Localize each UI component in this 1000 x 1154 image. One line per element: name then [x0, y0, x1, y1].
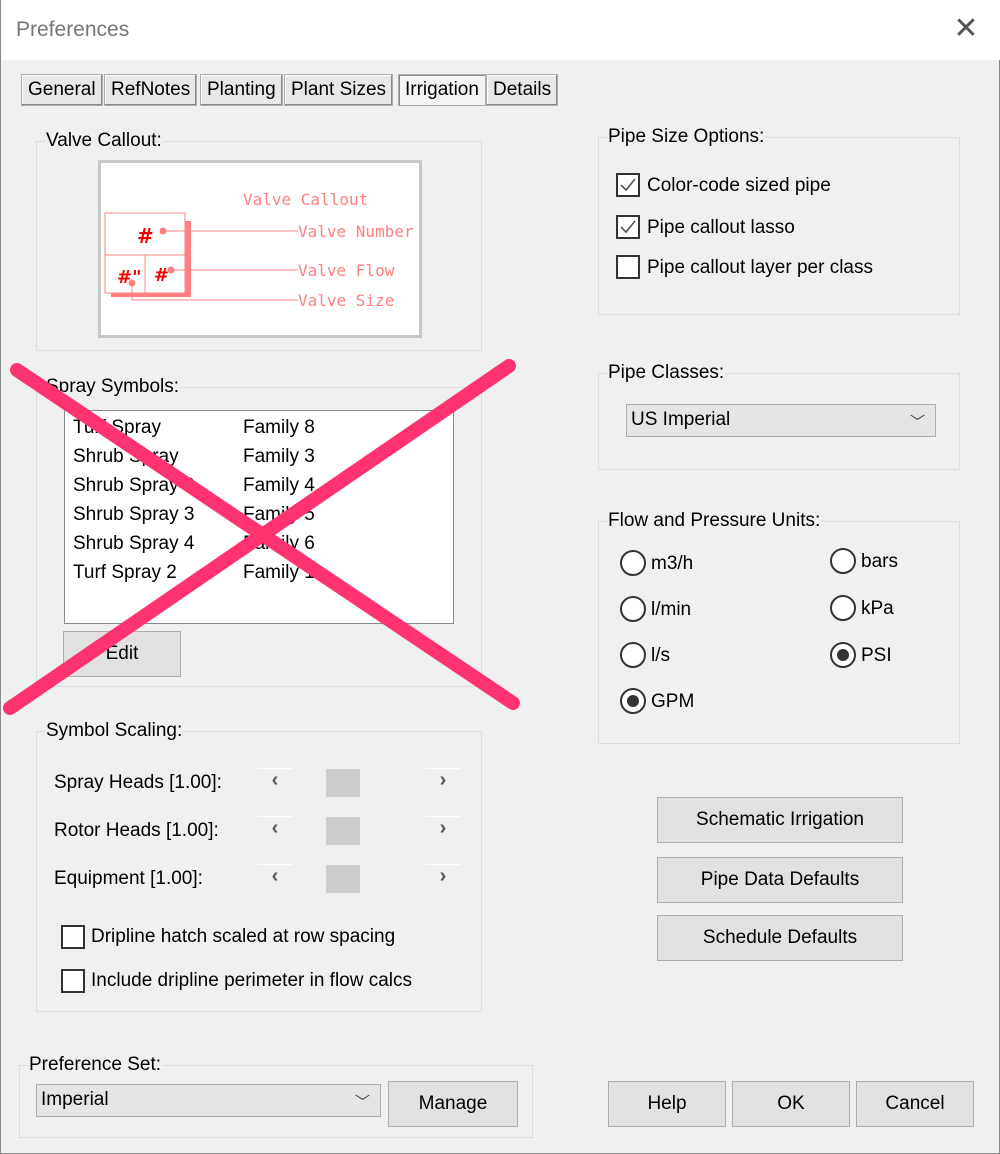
- valve-callout-preview: # #" # Valve Callout Valve Number Valve …: [98, 160, 422, 338]
- tab-refnotes[interactable]: RefNotes: [104, 74, 198, 106]
- valve-callout-label: Valve Callout:: [45, 130, 163, 152]
- m3h-label: m3/h: [651, 553, 694, 574]
- ok-button[interactable]: OK: [732, 1081, 850, 1127]
- symbol-scaling-label: Symbol Scaling:: [45, 720, 184, 742]
- valve-number-text: Valve Number: [298, 222, 414, 241]
- tab-details[interactable]: Details: [486, 74, 559, 106]
- callout-lasso-checkbox[interactable]: [616, 215, 640, 239]
- units-label: Flow and Pressure Units:: [607, 510, 822, 532]
- radio-psi[interactable]: [830, 642, 856, 668]
- ls-label: l/s: [651, 645, 670, 666]
- dripline-perimeter-checkbox[interactable]: [61, 969, 85, 993]
- scroll-right-icon[interactable]: ›: [425, 816, 461, 840]
- radio-m3h[interactable]: [620, 550, 646, 576]
- psi-label: PSI: [861, 645, 892, 666]
- symbol-name: Shrub Spray 4: [73, 533, 195, 554]
- preferences-dialog: Preferences ✕ General RefNotes Planting …: [0, 0, 1000, 1154]
- window-title: Preferences: [16, 18, 130, 41]
- close-icon[interactable]: ✕: [951, 14, 981, 44]
- callout-title-text: Valve Callout: [243, 190, 368, 209]
- symbol-family: Family 8: [243, 417, 315, 438]
- callout-layer-checkbox[interactable]: [616, 255, 640, 279]
- number-symbol: #: [137, 224, 154, 248]
- tab-plant-sizes[interactable]: Plant Sizes: [284, 74, 394, 106]
- edit-button[interactable]: Edit: [63, 631, 181, 677]
- equipment-label: Equipment [1.00]:: [54, 868, 203, 889]
- radio-gpm[interactable]: [620, 688, 646, 714]
- pipe-classes-select[interactable]: US Imperial ﹀: [626, 404, 936, 437]
- symbol-name: Shrub Spray 3: [73, 504, 195, 525]
- tab-general[interactable]: General: [21, 74, 103, 106]
- valve-size-text: Valve Size: [298, 291, 394, 310]
- bars-label: bars: [861, 551, 898, 572]
- callout-layer-label: Pipe callout layer per class: [647, 257, 873, 278]
- help-button[interactable]: Help: [608, 1081, 726, 1127]
- selected-value: Imperial: [41, 1089, 109, 1110]
- symbol-family: Family 1: [243, 562, 315, 583]
- lmin-label: l/min: [651, 599, 692, 620]
- symbol-family: Family 3: [243, 446, 315, 467]
- scroll-right-icon[interactable]: ›: [425, 768, 461, 792]
- symbol-name: Shrub Spray 2: [73, 475, 195, 496]
- spray-symbols-list[interactable]: Turf Spray Family 8 Shrub Spray Family 3 S…: [64, 410, 454, 624]
- pipe-data-defaults-button[interactable]: Pipe Data Defaults: [657, 857, 903, 903]
- callout-lasso-label: Pipe callout lasso: [647, 217, 795, 238]
- title-bar: Preferences ✕: [1, 0, 1000, 60]
- manage-button[interactable]: Manage: [388, 1081, 518, 1127]
- dripline-hatch-label: Dripline hatch scaled at row spacing: [91, 926, 396, 947]
- gpm-label: GPM: [651, 691, 695, 712]
- radio-lmin[interactable]: [620, 596, 646, 622]
- symbol-family: Family 5: [243, 504, 315, 525]
- color-code-checkbox[interactable]: [616, 173, 640, 197]
- scroll-left-icon[interactable]: ‹: [257, 864, 293, 888]
- scroll-left-icon[interactable]: ‹: [257, 768, 293, 792]
- cancel-button[interactable]: Cancel: [856, 1081, 974, 1127]
- rotor-heads-label: Rotor Heads [1.00]:: [54, 820, 219, 841]
- flow-symbol: #: [154, 265, 169, 286]
- tab-irrigation[interactable]: Irrigation: [398, 74, 486, 106]
- pipe-classes-label: Pipe Classes:: [607, 362, 726, 384]
- scroll-thumb[interactable]: [326, 865, 360, 893]
- valve-flow-text: Valve Flow: [298, 261, 395, 280]
- spray-heads-label: Spray Heads [1.00]:: [54, 772, 222, 793]
- dripline-hatch-checkbox[interactable]: [61, 925, 85, 949]
- dripline-perimeter-label: Include dripline perimeter in flow calcs: [91, 970, 413, 991]
- schematic-irrigation-button[interactable]: Schematic Irrigation: [657, 797, 903, 843]
- radio-kpa[interactable]: [830, 595, 856, 621]
- pipe-size-options-label: Pipe Size Options:: [607, 126, 766, 148]
- scroll-thumb[interactable]: [326, 769, 360, 797]
- symbol-name: Shrub Spray: [73, 446, 179, 467]
- symbol-family: Family 6: [243, 533, 315, 554]
- scroll-thumb[interactable]: [326, 817, 360, 845]
- symbol-name: Turf Spray 2: [73, 562, 177, 583]
- tab-planting[interactable]: Planting: [200, 74, 283, 106]
- scroll-left-icon[interactable]: ‹: [257, 816, 293, 840]
- scroll-right-icon[interactable]: ›: [425, 864, 461, 888]
- chevron-down-icon: ﹀: [909, 414, 925, 431]
- color-code-label: Color-code sized pipe: [647, 175, 831, 196]
- chevron-down-icon: ﹀: [354, 1094, 370, 1111]
- radio-bars[interactable]: [830, 548, 856, 574]
- preference-set-label: Preference Set:: [28, 1054, 163, 1076]
- symbol-family: Family 4: [243, 475, 315, 496]
- schedule-defaults-button[interactable]: Schedule Defaults: [657, 915, 903, 961]
- preference-set-select[interactable]: Imperial ﹀: [36, 1084, 381, 1117]
- kpa-label: kPa: [861, 598, 894, 619]
- spray-symbols-label: Spray Symbols:: [45, 376, 181, 398]
- radio-ls[interactable]: [620, 642, 646, 668]
- selected-value: US Imperial: [631, 409, 731, 430]
- symbol-name: Turf Spray: [73, 417, 161, 438]
